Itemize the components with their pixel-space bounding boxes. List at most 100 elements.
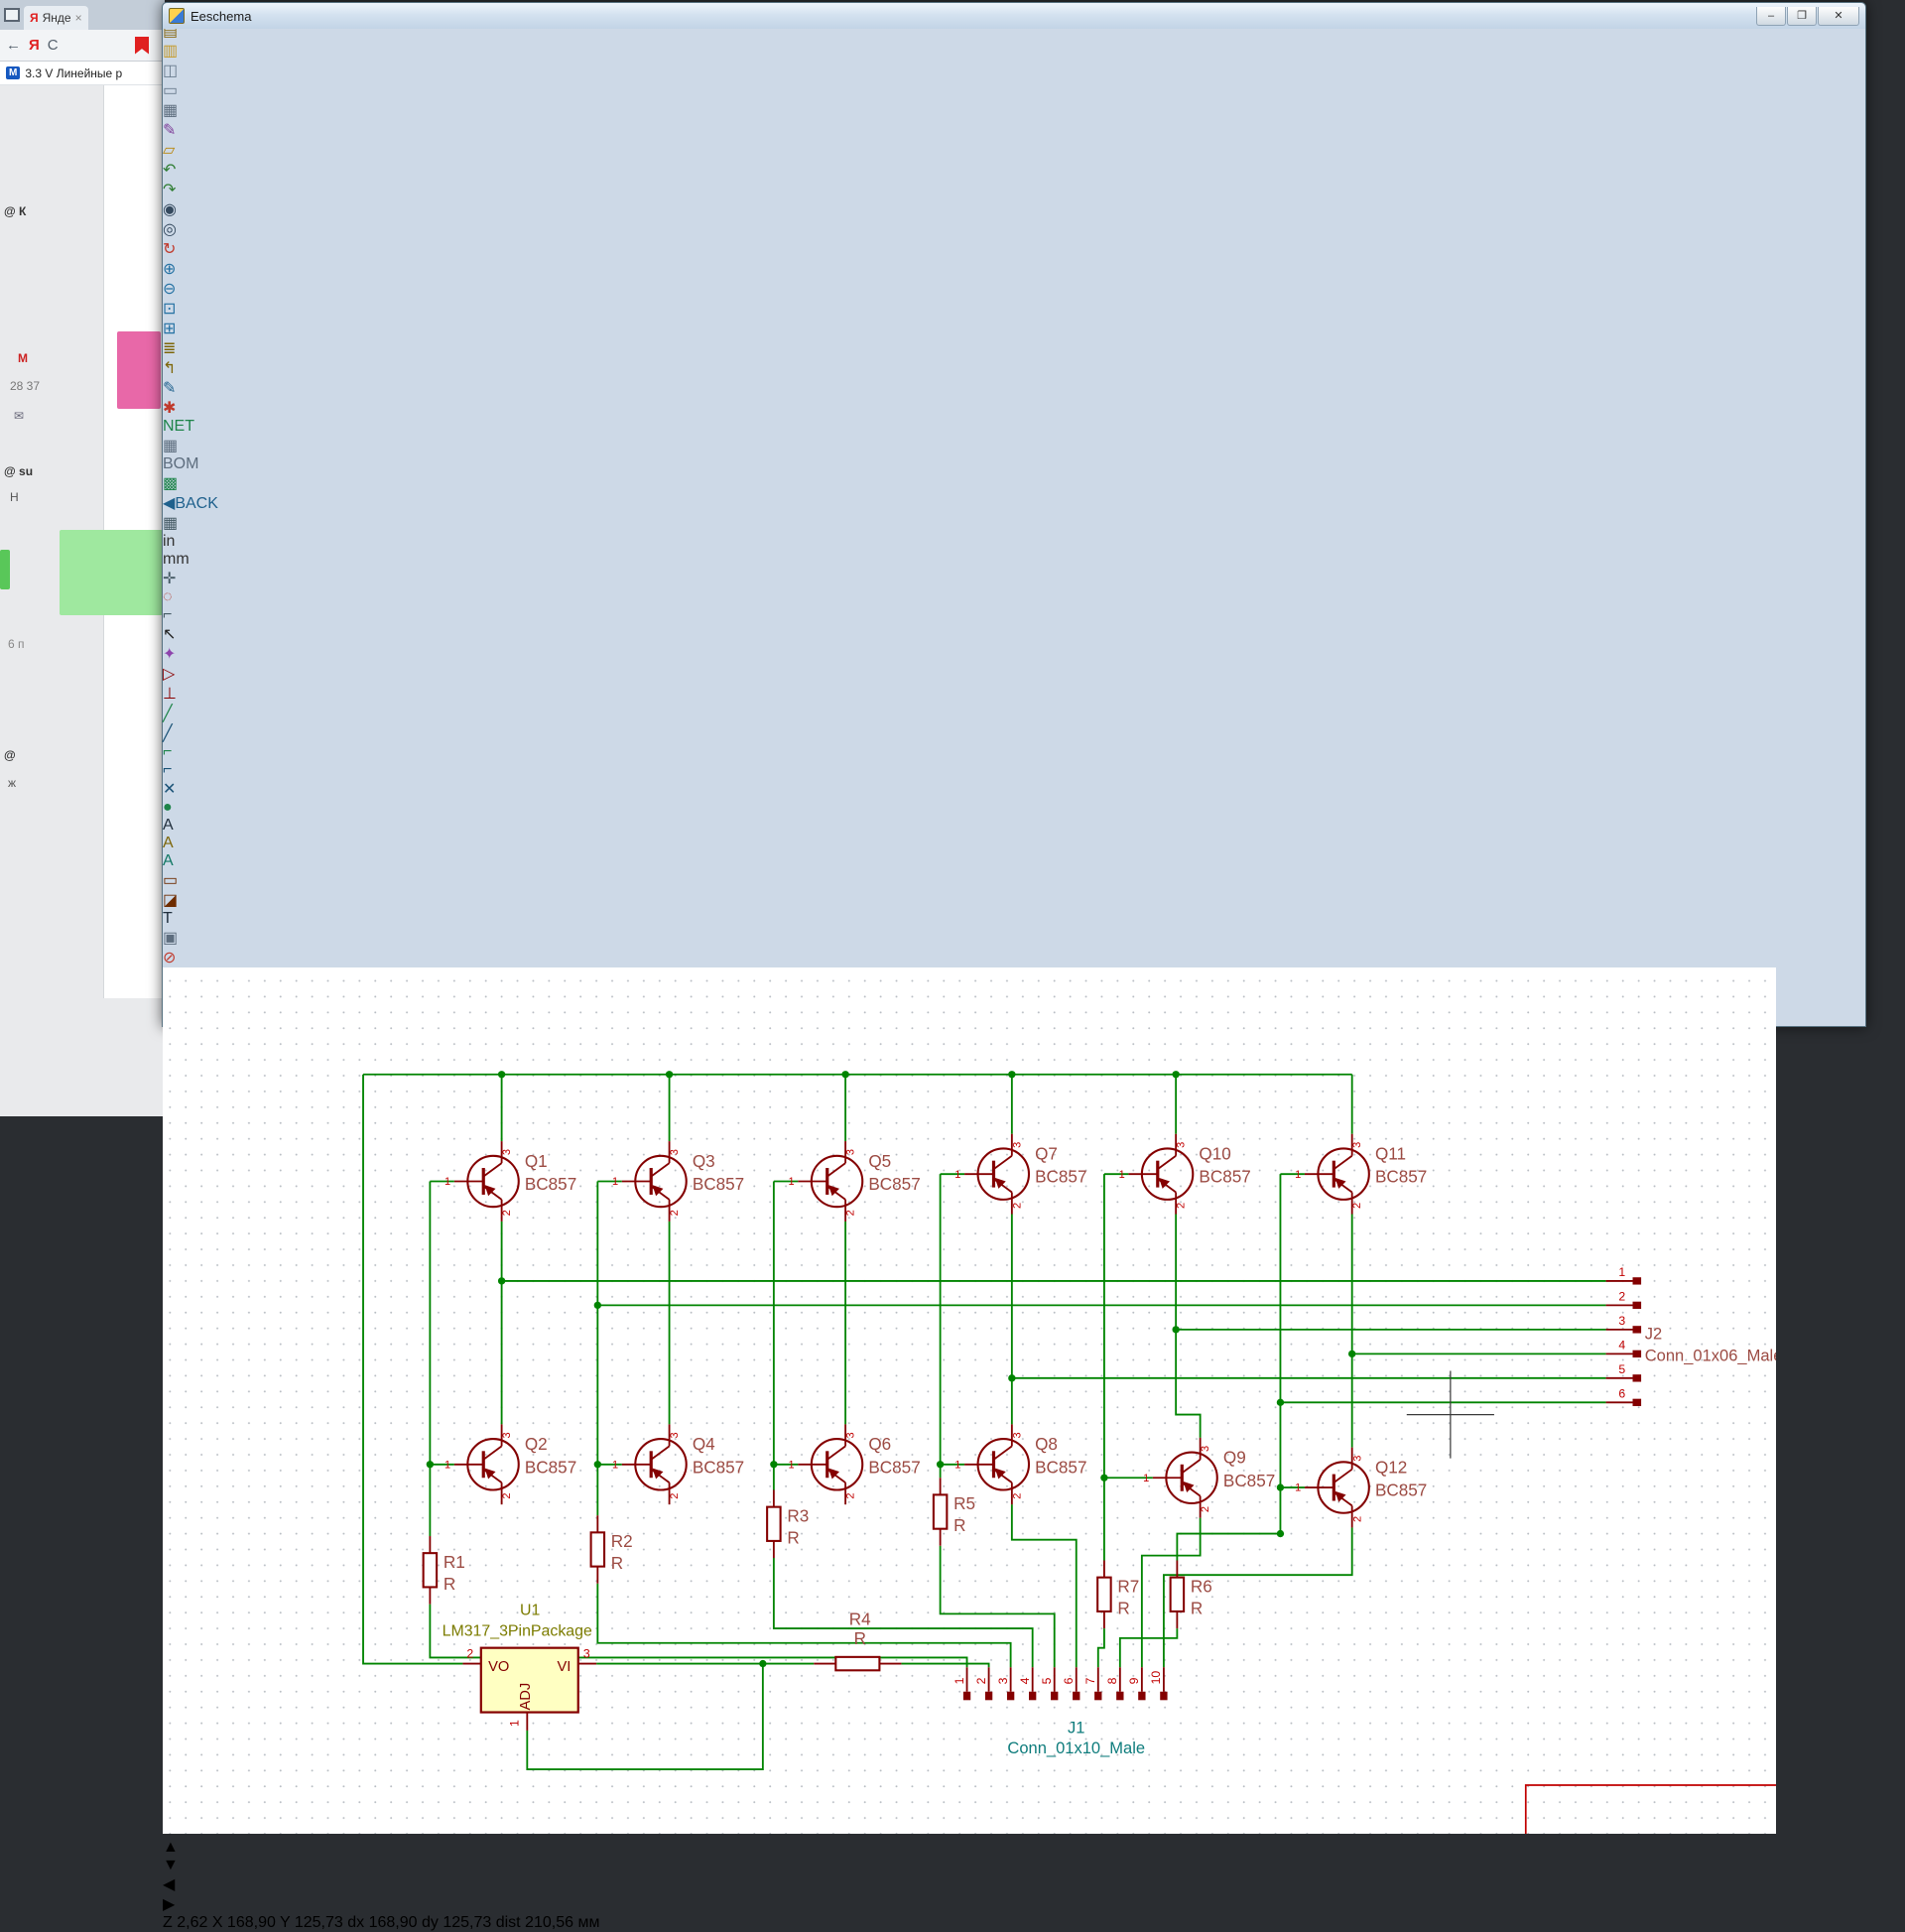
edit-symbol-fields-button[interactable]: ▦ <box>163 436 1865 455</box>
post-text: 6 п <box>8 637 25 651</box>
bookmark-flag-icon[interactable] <box>135 37 149 55</box>
toggle-grid-button[interactable]: ▦ <box>163 513 1865 533</box>
place-power-port-button[interactable]: ⊥ <box>163 684 1865 704</box>
cursor-shape-button[interactable]: ✛ <box>163 569 1865 588</box>
import-sheet-pin-button[interactable]: ◪ <box>163 890 1865 910</box>
junction-dot[interactable] <box>1008 1071 1015 1078</box>
open-schematic-button[interactable]: ▥ <box>163 41 1865 61</box>
refresh-icon[interactable]: C <box>48 37 59 54</box>
place-bus-button[interactable]: ╱ <box>163 723 1865 743</box>
junction-dot[interactable] <box>937 1461 944 1468</box>
zoom-fit-button[interactable]: ⊡ <box>163 299 1865 319</box>
wire-to-bus-entry-button[interactable]: ⌐ <box>163 743 1865 761</box>
scroll-left-icon[interactable]: ◀ <box>163 1876 175 1893</box>
annotate-schematic-button[interactable]: ✎ <box>163 378 1865 398</box>
junction-dot[interactable] <box>594 1461 601 1468</box>
junction-dot[interactable] <box>1348 1351 1355 1357</box>
delete-tool[interactable]: ⊘ <box>163 948 1865 967</box>
hv-wire-orientation-button[interactable]: ⌐ <box>163 606 1865 624</box>
right-toolbar: ↖✦▷⊥╱╱⌐⌐✕●AAA▭◪T▣⊘ <box>163 624 1865 967</box>
scroll-up-icon[interactable]: ▲ <box>163 1839 179 1856</box>
junction-dot[interactable] <box>1277 1483 1284 1490</box>
back-arrow-icon[interactable]: ← <box>6 37 21 54</box>
junction-dot[interactable] <box>1172 1326 1179 1333</box>
svg-text:R6: R6 <box>1191 1576 1212 1596</box>
junction-dot[interactable] <box>666 1071 673 1078</box>
undo-button[interactable]: ↶ <box>163 160 1865 180</box>
browser-tab[interactable]: Я Янде × <box>24 6 88 30</box>
generate-netlist-button[interactable]: NET <box>163 418 1865 436</box>
leave-sheet-button[interactable]: ↰ <box>163 358 1865 378</box>
svg-text:BC857: BC857 <box>868 1457 920 1477</box>
redraw-view-icon: ↻ <box>163 241 176 258</box>
junction-dot[interactable] <box>1100 1475 1107 1481</box>
net-label-button[interactable]: A <box>163 817 1865 835</box>
junction-dot[interactable] <box>770 1461 777 1468</box>
run-pcbnew-button[interactable]: ▩ <box>163 473 1865 493</box>
place-image-button[interactable]: ▣ <box>163 928 1865 948</box>
junction-dot[interactable] <box>594 1302 601 1309</box>
units-inches-button[interactable]: in <box>163 533 1865 551</box>
redraw-view-button[interactable]: ↻ <box>163 239 1865 259</box>
hierarchical-label-button[interactable]: A <box>163 852 1865 870</box>
close-button[interactable]: ✕ <box>1818 7 1859 26</box>
junction-dot[interactable] <box>1277 1530 1284 1537</box>
junction-dot[interactable] <box>1172 1071 1179 1078</box>
zoom-in-button[interactable]: ⊕ <box>163 259 1865 279</box>
paste-button[interactable]: ▱ <box>163 140 1865 160</box>
junction-dot[interactable] <box>1277 1399 1284 1406</box>
junction-dot[interactable] <box>427 1461 434 1468</box>
svg-text:1: 1 <box>508 1720 522 1727</box>
place-wire-icon: ╱ <box>163 706 173 722</box>
select-tool[interactable]: ↖ <box>163 624 1865 644</box>
global-label-button[interactable]: A <box>163 835 1865 852</box>
place-wire-button[interactable]: ╱ <box>163 704 1865 723</box>
annotate-schematic-icon: ✎ <box>163 380 176 397</box>
page-settings-button[interactable]: ▭ <box>163 80 1865 100</box>
svg-text:2: 2 <box>1176 1203 1188 1209</box>
navigate-hierarchy-button[interactable]: ≣ <box>163 338 1865 358</box>
v-scrollbar[interactable]: ▲ ▼ <box>163 1839 1865 1874</box>
graphic-text-button[interactable]: T <box>163 910 1865 928</box>
scroll-right-icon[interactable]: ▶ <box>163 1896 175 1913</box>
schematic-canvas[interactable]: 132Q1BC857132Q3BC857132Q5BC857132Q7BC857… <box>163 967 1865 1839</box>
find-replace-button[interactable]: ◎ <box>163 219 1865 239</box>
print-button[interactable]: ▦ <box>163 100 1865 120</box>
bom-button[interactable]: BOM <box>163 455 1865 473</box>
h-scrollbar[interactable]: ◀ ▶ <box>163 1874 1865 1914</box>
svg-text:R3: R3 <box>787 1505 809 1525</box>
zoom-to-selection-button[interactable]: ⊞ <box>163 319 1865 338</box>
svg-text:BC857: BC857 <box>868 1174 920 1194</box>
hierarchical-sheet-button[interactable]: ▭ <box>163 870 1865 890</box>
highlight-net-button[interactable]: ✦ <box>163 644 1865 664</box>
place-symbol-button[interactable]: ▷ <box>163 664 1865 684</box>
junction-dot[interactable] <box>841 1071 848 1078</box>
junction-dot[interactable] <box>1008 1374 1015 1381</box>
zoom-out-button[interactable]: ⊖ <box>163 279 1865 299</box>
browser-toolbar: ← Я C <box>0 30 165 62</box>
junction-dot[interactable] <box>498 1071 505 1078</box>
svg-text:2: 2 <box>1351 1516 1363 1522</box>
no-connect-flag-button[interactable]: ✕ <box>163 779 1865 799</box>
erc-check-button[interactable]: ✱ <box>163 398 1865 418</box>
bus-to-bus-entry-button[interactable]: ⌐ <box>163 761 1865 779</box>
browser-window-icon <box>4 8 20 22</box>
plot-button[interactable]: ✎ <box>163 120 1865 140</box>
minimize-button[interactable]: – <box>1756 7 1786 26</box>
junction-dot[interactable] <box>498 1277 505 1284</box>
place-junction-button[interactable]: ● <box>163 799 1865 817</box>
show-hidden-pins-button[interactable]: ◌ <box>163 588 1865 606</box>
junction-dot[interactable] <box>759 1660 766 1667</box>
maximize-button[interactable]: ❐ <box>1787 7 1817 26</box>
generate-netlist-icon: NET <box>163 418 194 435</box>
back-annotate-button[interactable]: ◀BACK <box>163 493 1865 513</box>
scroll-down-icon[interactable]: ▼ <box>163 1857 179 1873</box>
units-mm-button[interactable]: mm <box>163 551 1865 569</box>
title-bar[interactable]: Eeschema – ❐ ✕ <box>163 3 1865 29</box>
svg-text:1: 1 <box>1295 1169 1301 1181</box>
redo-button[interactable]: ↷ <box>163 180 1865 199</box>
yandex-logo-icon[interactable]: Я <box>29 37 40 54</box>
save-schematic-button[interactable]: ◫ <box>163 61 1865 80</box>
find-button[interactable]: ◉ <box>163 199 1865 219</box>
tab-close-icon[interactable]: × <box>75 11 82 25</box>
